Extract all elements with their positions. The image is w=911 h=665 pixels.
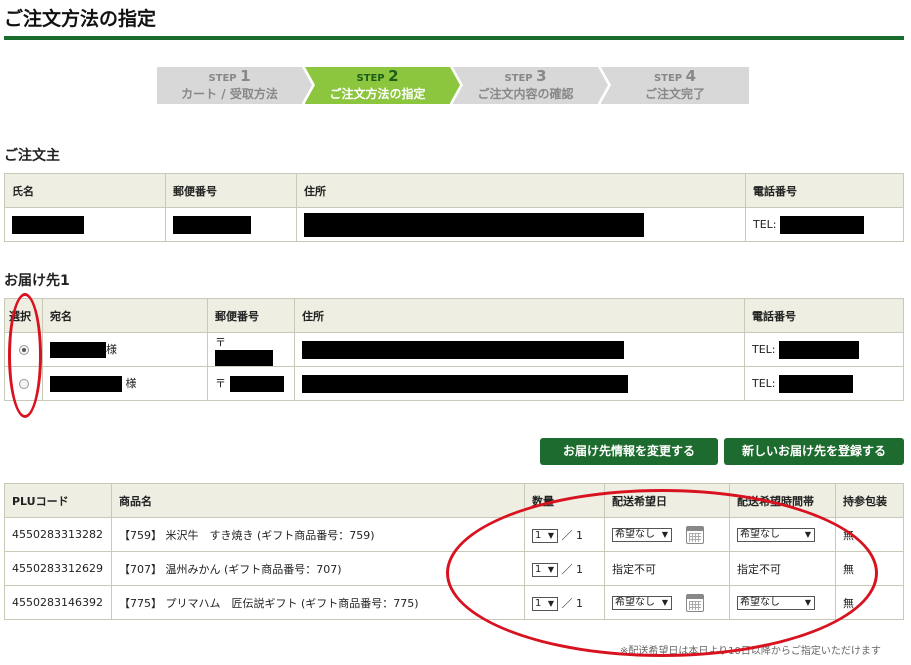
- orderer-header-phone: 電話番号: [745, 173, 904, 208]
- delivery-header-name: 宛名: [42, 298, 208, 333]
- delivery-header-address: 住所: [294, 298, 745, 333]
- step-label: STEP: [356, 73, 385, 84]
- annotation-oval-items: [446, 489, 878, 657]
- delivery-title: お届け先1: [4, 273, 70, 289]
- step-name: ご注文方法の指定: [329, 87, 426, 101]
- step-3: STEP 3 ご注文内容の確認: [453, 67, 608, 104]
- step-1: STEP 1 カート / 受取方法: [157, 67, 312, 104]
- redacted-block: [302, 374, 628, 393]
- annotation-oval-select: [8, 293, 42, 418]
- orderer-header-address: 住所: [296, 173, 746, 208]
- delivery-zip: 〒: [207, 332, 295, 367]
- item-plu: 4550283312629: [4, 551, 112, 586]
- redacted-block: [779, 374, 854, 393]
- change-delivery-button[interactable]: お届け先情報を変更する: [540, 438, 718, 465]
- delivery-phone: TEL:: [744, 366, 904, 401]
- delivery-row: 様 〒 TEL:: [4, 332, 904, 367]
- item-plu: 4550283313282: [4, 517, 112, 552]
- step-label: STEP: [653, 73, 683, 84]
- delivery-name: 様: [42, 366, 208, 401]
- orderer-zip: [165, 207, 297, 242]
- redacted-block: [302, 340, 624, 359]
- redacted-block: [779, 340, 860, 359]
- delivery-header-phone: 電話番号: [744, 298, 904, 333]
- item-plu: 4550283146392: [4, 585, 112, 620]
- page-title: ご注文方法の指定: [4, 8, 157, 30]
- redacted-block: [50, 376, 122, 392]
- step-4: STEP 4 ご注文完了: [601, 67, 749, 104]
- delivery-phone: TEL:: [744, 332, 904, 367]
- delivery-address: [294, 332, 745, 367]
- redacted-block: [229, 376, 284, 392]
- honorific: 様: [125, 377, 137, 390]
- orderer-phone: TEL:: [745, 207, 904, 242]
- redacted-block: [50, 342, 106, 358]
- orderer-header-zip: 郵便番号: [165, 173, 297, 208]
- step-number: 2: [388, 67, 399, 85]
- step-name: ご注文完了: [644, 87, 705, 101]
- delivery-zip: 〒: [207, 366, 295, 401]
- step-number: 4: [685, 67, 697, 85]
- orderer-table: 氏名 郵便番号 住所 電話番号 TEL:: [4, 173, 904, 242]
- delivery-address: [294, 366, 745, 401]
- orderer-title: ご注文主: [4, 148, 60, 164]
- phone-prefix: TEL:: [753, 217, 777, 231]
- orderer-header-name: 氏名: [4, 173, 166, 208]
- redacted-block: [304, 212, 644, 237]
- new-delivery-button[interactable]: 新しいお届け先を登録する: [724, 438, 904, 465]
- redacted-block: [173, 215, 251, 234]
- title-divider: [4, 36, 904, 40]
- step-label: STEP: [208, 73, 237, 84]
- items-header-wrap: 持参包装: [835, 483, 904, 518]
- step-name: ご注文内容の確認: [477, 87, 574, 101]
- delivery-row: 様 〒 TEL:: [4, 366, 904, 401]
- step-number: 3: [536, 67, 547, 85]
- orderer-address: [296, 207, 746, 242]
- redacted-block: [780, 215, 865, 234]
- items-header-plu: PLUコード: [4, 483, 112, 518]
- items-header-name: 商品名: [111, 483, 525, 518]
- step-2: STEP 2 ご注文方法の指定: [305, 67, 460, 104]
- redacted-block: [12, 215, 84, 234]
- phone-prefix: TEL:: [752, 376, 776, 390]
- step-number: 1: [240, 67, 251, 85]
- orderer-name: [4, 207, 166, 242]
- zip-prefix: 〒: [215, 335, 226, 349]
- phone-prefix: TEL:: [752, 342, 776, 356]
- step-name: カート / 受取方法: [181, 87, 278, 101]
- redacted-block: [215, 349, 273, 366]
- step-label: STEP: [504, 73, 533, 84]
- delivery-table: 選択 宛名 郵便番号 住所 電話番号 様 〒 TEL: 様 〒 TEL:: [4, 298, 904, 401]
- delivery-name: 様: [42, 332, 208, 367]
- delivery-header-zip: 郵便番号: [207, 298, 295, 333]
- zip-prefix: 〒: [215, 377, 226, 390]
- honorific: 様: [106, 343, 117, 356]
